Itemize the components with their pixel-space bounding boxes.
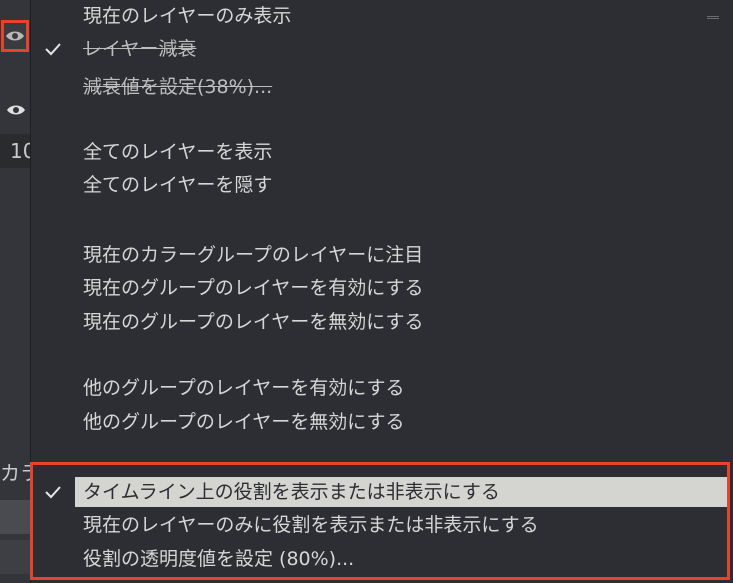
menu-item-label: 他のグループのレイヤーを有効にする	[83, 377, 405, 399]
eye-icon	[6, 31, 24, 41]
menu-item-layer-fade[interactable]: レイヤー減衰	[31, 34, 727, 64]
panel-field[interactable]	[0, 540, 30, 574]
checkmark-icon	[43, 477, 63, 507]
menu-item-label: 現在のグループのレイヤーを有効にする	[83, 277, 424, 299]
menu-item-label: 現在のレイヤーのみに役割を表示または非表示にする	[83, 514, 539, 536]
layers-panel-background	[0, 0, 30, 583]
opacity-value-field[interactable]: 10	[0, 134, 30, 168]
menu-item-toggle-role-on-timeline[interactable]: タイムライン上の役割を表示または非表示にする	[31, 477, 727, 507]
menu-item-toggle-role-current-layer[interactable]: 現在のレイヤーのみに役割を表示または非表示にする	[31, 510, 727, 540]
menu-item-focus-color-group[interactable]: 現在のカラーグループのレイヤーに注目	[31, 240, 727, 270]
menu-item-disable-other-groups[interactable]: 他のグループのレイヤーを無効にする	[31, 407, 727, 437]
menu-item-show-all-layers[interactable]: 全てのレイヤーを表示	[31, 137, 727, 167]
menu-item-label: タイムライン上の役割を表示または非表示にする	[83, 481, 500, 503]
menu-item-label: 現在のグループのレイヤーを無効にする	[83, 311, 424, 333]
menu-item-disable-current-group[interactable]: 現在のグループのレイヤーを無効にする	[31, 307, 727, 337]
menu-item-label: レイヤー減衰	[83, 38, 197, 60]
menu-item-label: 現在のレイヤーのみ表示	[83, 5, 292, 27]
menu-item-enable-other-groups[interactable]: 他のグループのレイヤーを有効にする	[31, 373, 727, 403]
menu-item-label: 全てのレイヤーを表示	[83, 141, 273, 163]
menu-item-hide-all-layers[interactable]: 全てのレイヤーを隠す	[31, 170, 727, 200]
layer-visibility-menu: 現在のレイヤーのみ表示 レイヤー減衰 減衰値を設定(38%)... 全てのレイヤ…	[30, 0, 733, 583]
menu-item-enable-current-group[interactable]: 現在のグループのレイヤーを有効にする	[31, 273, 727, 303]
menu-item-label: 役割の透明度値を設定 (80%)...	[83, 548, 355, 570]
menu-item-label: 減衰値を設定(38%)...	[83, 76, 273, 98]
checkmark-icon	[43, 34, 63, 64]
menu-item-show-current-layer-only[interactable]: 現在のレイヤーのみ表示	[31, 1, 727, 31]
menu-item-label: 現在のカラーグループのレイヤーに注目	[83, 244, 424, 266]
menu-item-label: 全てのレイヤーを隠す	[83, 174, 273, 196]
menu-item-set-fade-value[interactable]: 減衰値を設定(38%)...	[31, 72, 727, 102]
menu-item-set-role-opacity[interactable]: 役割の透明度値を設定 (80%)...	[31, 544, 727, 574]
color-group-label: カラ	[0, 461, 30, 485]
panel-field[interactable]	[0, 500, 30, 534]
menu-item-label: 他のグループのレイヤーを無効にする	[83, 411, 405, 433]
eye-icon[interactable]	[4, 98, 28, 122]
visibility-toggle-button[interactable]	[1, 20, 29, 52]
